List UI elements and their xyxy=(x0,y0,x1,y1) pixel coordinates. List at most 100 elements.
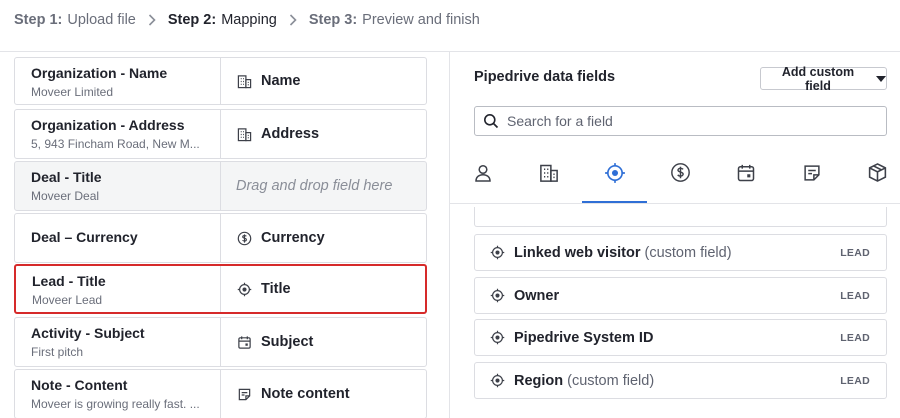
add-custom-field-button[interactable]: Add custom field xyxy=(760,64,887,93)
field-name: Pipedrive System ID xyxy=(514,329,654,346)
step-preview-and-finish[interactable]: Step 3: Preview and finish xyxy=(309,12,480,28)
field-list-item[interactable]: Owner LEAD xyxy=(474,277,887,314)
target-icon xyxy=(490,373,506,389)
tab-deal[interactable] xyxy=(663,160,697,190)
target-field-slot[interactable]: Title xyxy=(221,266,425,312)
target-field-slot[interactable]: Note content xyxy=(221,370,426,418)
target-icon xyxy=(236,281,252,297)
tab-person[interactable] xyxy=(466,160,500,190)
source-field-title: Organization - Address xyxy=(31,117,185,133)
mapping-row-selected[interactable]: Lead - Title Moveer Lead Title xyxy=(14,264,427,314)
step-label: Preview and finish xyxy=(362,12,480,28)
chevron-right-icon xyxy=(148,14,156,26)
entity-badge: LEAD xyxy=(840,331,870,344)
source-column: Organization - Name Moveer Limited xyxy=(15,58,221,104)
tab-product[interactable] xyxy=(860,160,894,190)
step-number: Step 2: xyxy=(167,12,217,28)
source-sample-value: Moveer Limited xyxy=(31,85,114,99)
custom-field-tag: (custom field) xyxy=(644,244,732,261)
mapping-row[interactable]: Deal - Title Moveer Deal Drag and drop f… xyxy=(14,161,427,211)
calendar-icon xyxy=(736,163,756,188)
chevron-right-icon xyxy=(289,14,297,26)
target-icon xyxy=(490,245,506,261)
building-icon xyxy=(236,126,252,142)
entity-badge: LEAD xyxy=(840,246,870,259)
source-field-title: Deal – Currency xyxy=(31,229,138,245)
source-field-title: Activity - Subject xyxy=(31,325,145,341)
import-stepper: Step 1: Upload file Step 2: Mapping Step… xyxy=(0,0,900,40)
caret-down-icon xyxy=(876,75,886,82)
field-search-box[interactable] xyxy=(474,106,887,136)
mapping-row[interactable]: Note - Content Moveer is growing really … xyxy=(14,369,427,418)
drop-zone-hint: Drag and drop field here xyxy=(236,178,393,194)
field-list-item[interactable]: Pipedrive System ID LEAD xyxy=(474,319,887,356)
target-icon xyxy=(490,288,506,304)
step-label: Mapping xyxy=(221,12,277,28)
add-custom-field-label: Add custom field xyxy=(781,64,855,93)
mapping-row[interactable]: Organization - Name Moveer Limited Name xyxy=(14,57,427,105)
mapping-row[interactable]: Organization - Address 5, 943 Fincham Ro… xyxy=(14,109,427,159)
field-name: Region xyxy=(514,372,564,389)
field-category-tabs xyxy=(450,150,900,204)
step-number: Step 1: xyxy=(14,12,63,28)
person-icon xyxy=(473,163,493,188)
field-name: Linked web visitor xyxy=(514,244,641,261)
target-field-slot[interactable]: Currency xyxy=(221,214,426,262)
source-field-title: Note - Content xyxy=(31,377,128,393)
target-field-label: Currency xyxy=(261,230,325,246)
active-tab-indicator xyxy=(582,201,647,203)
field-list-item[interactable]: Region (custom field) LEAD xyxy=(474,362,887,399)
source-column: Lead - Title Moveer Lead xyxy=(16,266,221,312)
source-sample-value: Moveer is growing really fast. ... xyxy=(31,397,200,411)
source-column: Note - Content Moveer is growing really … xyxy=(15,370,221,418)
source-field-title: Lead - Title xyxy=(32,273,106,289)
tab-lead[interactable] xyxy=(598,160,632,190)
target-field-label: Address xyxy=(261,126,320,142)
building-icon xyxy=(539,163,559,188)
box-icon xyxy=(867,162,888,188)
step-label: Upload file xyxy=(67,12,136,28)
target-field-slot[interactable]: Subject xyxy=(221,318,426,366)
tab-organization[interactable] xyxy=(532,160,566,190)
dollar-circle-icon xyxy=(670,162,691,188)
target-field-slot[interactable]: Address xyxy=(221,110,426,158)
target-field-slot[interactable]: Name xyxy=(221,58,426,104)
source-field-title: Organization - Name xyxy=(31,65,168,81)
source-sample-value: Moveer Lead xyxy=(32,293,103,307)
tab-activity[interactable] xyxy=(729,160,763,190)
step-number: Step 3: xyxy=(308,12,358,28)
note-icon xyxy=(802,163,822,188)
target-icon xyxy=(604,162,626,189)
search-icon xyxy=(483,113,499,129)
mapping-row[interactable]: Activity - Subject First pitch Subject xyxy=(14,317,427,367)
panel-title: Pipedrive data fields xyxy=(474,69,616,85)
panel-divider xyxy=(449,51,450,418)
custom-field-tag: (custom field) xyxy=(567,372,655,389)
tab-note[interactable] xyxy=(795,160,829,190)
field-name: Owner xyxy=(514,287,560,304)
target-icon xyxy=(490,330,506,346)
header-divider xyxy=(0,51,900,52)
source-column: Activity - Subject First pitch xyxy=(15,318,221,366)
source-sample-value: First pitch xyxy=(31,345,84,359)
source-sample-value: Moveer Deal xyxy=(31,189,100,203)
source-column: Deal – Currency xyxy=(15,214,221,262)
source-column: Deal - Title Moveer Deal xyxy=(15,162,221,210)
source-sample-value: 5, 943 Fincham Road, New M... xyxy=(31,137,200,151)
target-field-label: Title xyxy=(261,281,291,297)
field-list-item[interactable]: Linked web visitor (custom field) LEAD xyxy=(474,234,887,271)
note-icon xyxy=(236,386,252,402)
step-mapping[interactable]: Step 2: Mapping xyxy=(168,12,277,28)
target-field-label: Note content xyxy=(261,386,350,402)
building-icon xyxy=(236,73,252,89)
source-field-title: Deal - Title xyxy=(31,169,102,185)
mapping-row[interactable]: Deal – Currency Currency xyxy=(14,213,427,263)
search-input[interactable] xyxy=(507,113,867,129)
step-upload-file[interactable]: Step 1: Upload file xyxy=(14,12,136,28)
entity-badge: LEAD xyxy=(840,289,870,302)
drop-zone[interactable]: Drag and drop field here xyxy=(221,162,426,210)
entity-badge: LEAD xyxy=(840,374,870,387)
field-list-item-partial[interactable] xyxy=(474,207,887,227)
target-field-label: Subject xyxy=(261,334,314,350)
source-column: Organization - Address 5, 943 Fincham Ro… xyxy=(15,110,221,158)
